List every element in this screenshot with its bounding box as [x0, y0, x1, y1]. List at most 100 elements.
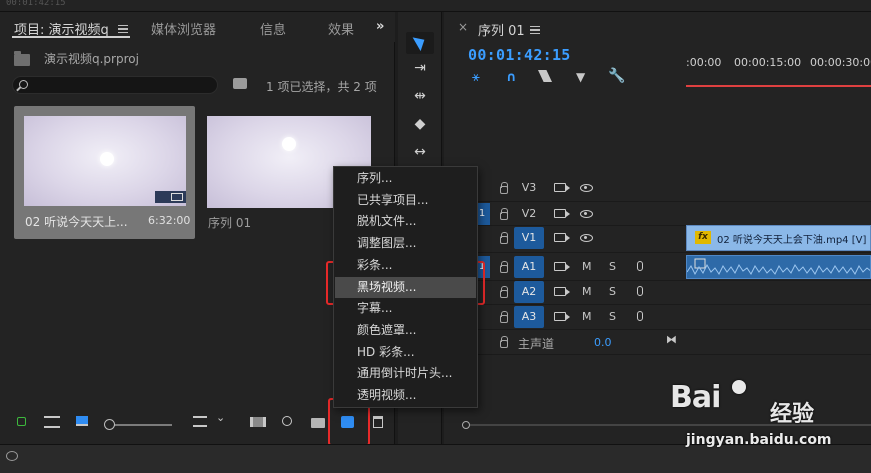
playhead-line [686, 85, 871, 87]
menu-item-offline-file[interactable]: 脱机文件... [335, 211, 476, 233]
wrench-icon[interactable]: 🔧 [608, 68, 625, 84]
tab-sequence[interactable]: 序列 01 [478, 20, 525, 39]
solo-button[interactable]: S [609, 260, 616, 273]
master-volume-value[interactable]: 0.0 [594, 336, 612, 349]
sort-icon[interactable] [193, 416, 207, 427]
lock-track-icon[interactable] [500, 261, 508, 273]
eye-icon[interactable] [580, 184, 593, 192]
mute-button[interactable]: M [582, 285, 592, 298]
sync-lock-icon[interactable] [554, 183, 570, 192]
sync-lock-icon[interactable] [554, 233, 570, 242]
new-bin-icon[interactable] [311, 418, 325, 428]
list-view-icon[interactable] [44, 416, 60, 428]
master-track-label: 主声道 [518, 337, 555, 351]
trash-icon[interactable] [373, 416, 383, 428]
menu-item-caption[interactable]: 字幕... [335, 298, 476, 320]
ripple-edit-tool[interactable]: ⇹ [406, 88, 434, 110]
mute-button[interactable]: M [582, 310, 592, 323]
menu-item-shared-project[interactable]: 已共享项目... [335, 190, 476, 212]
mute-button[interactable]: M [582, 260, 592, 273]
linked-selection-icon[interactable] [538, 70, 552, 82]
track-name[interactable]: V2 [514, 203, 544, 225]
av-badge-icon [155, 191, 186, 203]
ruler-label: 00:00:30:00 [810, 56, 871, 69]
solo-button[interactable]: S [609, 310, 616, 323]
menu-item-countdown-leader[interactable]: 通用倒计时片头... [335, 363, 476, 385]
tab-effects[interactable]: 效果 [328, 19, 354, 38]
lock-track-icon[interactable] [500, 286, 508, 298]
menu-item-color-matte[interactable]: 颜色遮罩... [335, 320, 476, 342]
track-v3[interactable]: V3 [444, 176, 871, 200]
selection-status: 1 项已选择，共 2 项 [266, 80, 377, 94]
search-icon [19, 80, 28, 89]
selection-tool[interactable] [406, 32, 434, 54]
track-master[interactable]: 主声道 0.0 ⧓ [444, 330, 871, 354]
lock-track-icon[interactable] [500, 208, 508, 220]
audio-clip[interactable] [686, 255, 871, 279]
sync-lock-icon[interactable] [554, 312, 570, 321]
sync-lock-icon[interactable] [554, 262, 570, 271]
panel-menu-icon[interactable] [118, 25, 128, 33]
track-v2[interactable]: 1 V2 [444, 202, 871, 226]
zoom-slider-track[interactable] [110, 424, 172, 426]
baidu-paw-icon [732, 380, 746, 394]
sync-lock-icon[interactable] [554, 209, 570, 218]
close-sequence-icon[interactable]: × [458, 20, 468, 34]
creative-cloud-icon[interactable] [6, 451, 18, 461]
eye-icon[interactable] [580, 210, 593, 218]
video-clip[interactable]: fx 02 听说今天天上会下油.mp4 [V] [686, 225, 871, 251]
sequence-menu-icon[interactable] [530, 26, 540, 34]
solo-button[interactable]: S [609, 285, 616, 298]
menu-item-adjustment-layer[interactable]: 调整图层... [335, 233, 476, 255]
nest-toggle-icon[interactable]: ⚹ [472, 70, 480, 85]
active-tab-underline [12, 36, 130, 38]
menu-item-hd-bars[interactable]: HD 彩条... [335, 342, 476, 364]
tab-info[interactable]: 信息 [260, 19, 286, 38]
snap-icon[interactable]: ∩ [506, 70, 517, 85]
eye-icon[interactable] [580, 234, 593, 242]
menu-item-bars-and-tone[interactable]: 彩条... [335, 255, 476, 277]
lock-track-icon[interactable] [500, 232, 508, 244]
new-bin-from-search-icon[interactable] [233, 78, 247, 89]
project-folder-icon [14, 51, 30, 66]
track-name[interactable]: A3 [514, 306, 544, 328]
track-name[interactable]: V3 [514, 177, 544, 199]
track-name[interactable]: A1 [514, 256, 544, 278]
mic-icon[interactable] [637, 286, 643, 296]
slip-tool[interactable]: ↔ [406, 144, 434, 166]
menu-item-black-video[interactable]: 黑场视频... [335, 276, 476, 299]
track-a3[interactable]: A3 M S [444, 305, 871, 329]
menu-item-sequence[interactable]: 序列... [335, 168, 476, 190]
add-marker-icon[interactable]: ▼ [576, 70, 585, 84]
tabs-overflow-icon[interactable]: » [376, 19, 384, 34]
menu-item-transparent-video[interactable]: 透明视频... [335, 385, 476, 407]
clip-name: 02 听说今天天上... [25, 215, 128, 229]
razor-tool[interactable]: ◆ [406, 116, 434, 138]
lock-track-icon[interactable] [500, 182, 508, 194]
icon-view-icon[interactable] [76, 416, 88, 426]
track-name[interactable]: V1 [514, 227, 544, 249]
track-name[interactable]: A2 [514, 281, 544, 303]
new-item-menu: 序列... 已共享项目... 脱机文件... 调整图层... 彩条... 黑场视… [333, 166, 478, 408]
time-ruler[interactable]: :00:00 00:00:15:00 00:00:30:00 [686, 56, 871, 86]
playhead-timecode[interactable]: 00:01:42:15 [468, 46, 571, 64]
mic-icon[interactable] [637, 311, 643, 321]
track-a2[interactable]: A2 M S [444, 280, 871, 304]
lock-icon[interactable] [17, 417, 26, 426]
mic-icon[interactable] [637, 261, 643, 271]
automate-to-sequence-icon[interactable] [250, 417, 266, 427]
zoom-slider-knob[interactable] [104, 419, 115, 430]
sync-lock-icon[interactable] [554, 287, 570, 296]
sort-chevron-down-icon[interactable]: ⌄ [216, 411, 225, 424]
lock-track-icon[interactable] [500, 336, 508, 348]
search-input[interactable] [12, 76, 218, 94]
lock-track-icon[interactable] [500, 311, 508, 323]
timeline-zoom-knob[interactable] [462, 421, 470, 429]
to-end-icon[interactable]: ⧓ [666, 333, 677, 346]
ruler-label: 00:00:15:00 [734, 56, 802, 69]
find-icon[interactable] [282, 416, 292, 426]
tab-media-browser[interactable]: 媒体浏览器 [151, 19, 216, 38]
razor-icon: ◆ [414, 116, 426, 132]
track-select-tool[interactable]: ⇥ [406, 60, 434, 82]
project-item-clip[interactable]: 02 听说今天天上... 6:32:00 [14, 106, 195, 239]
